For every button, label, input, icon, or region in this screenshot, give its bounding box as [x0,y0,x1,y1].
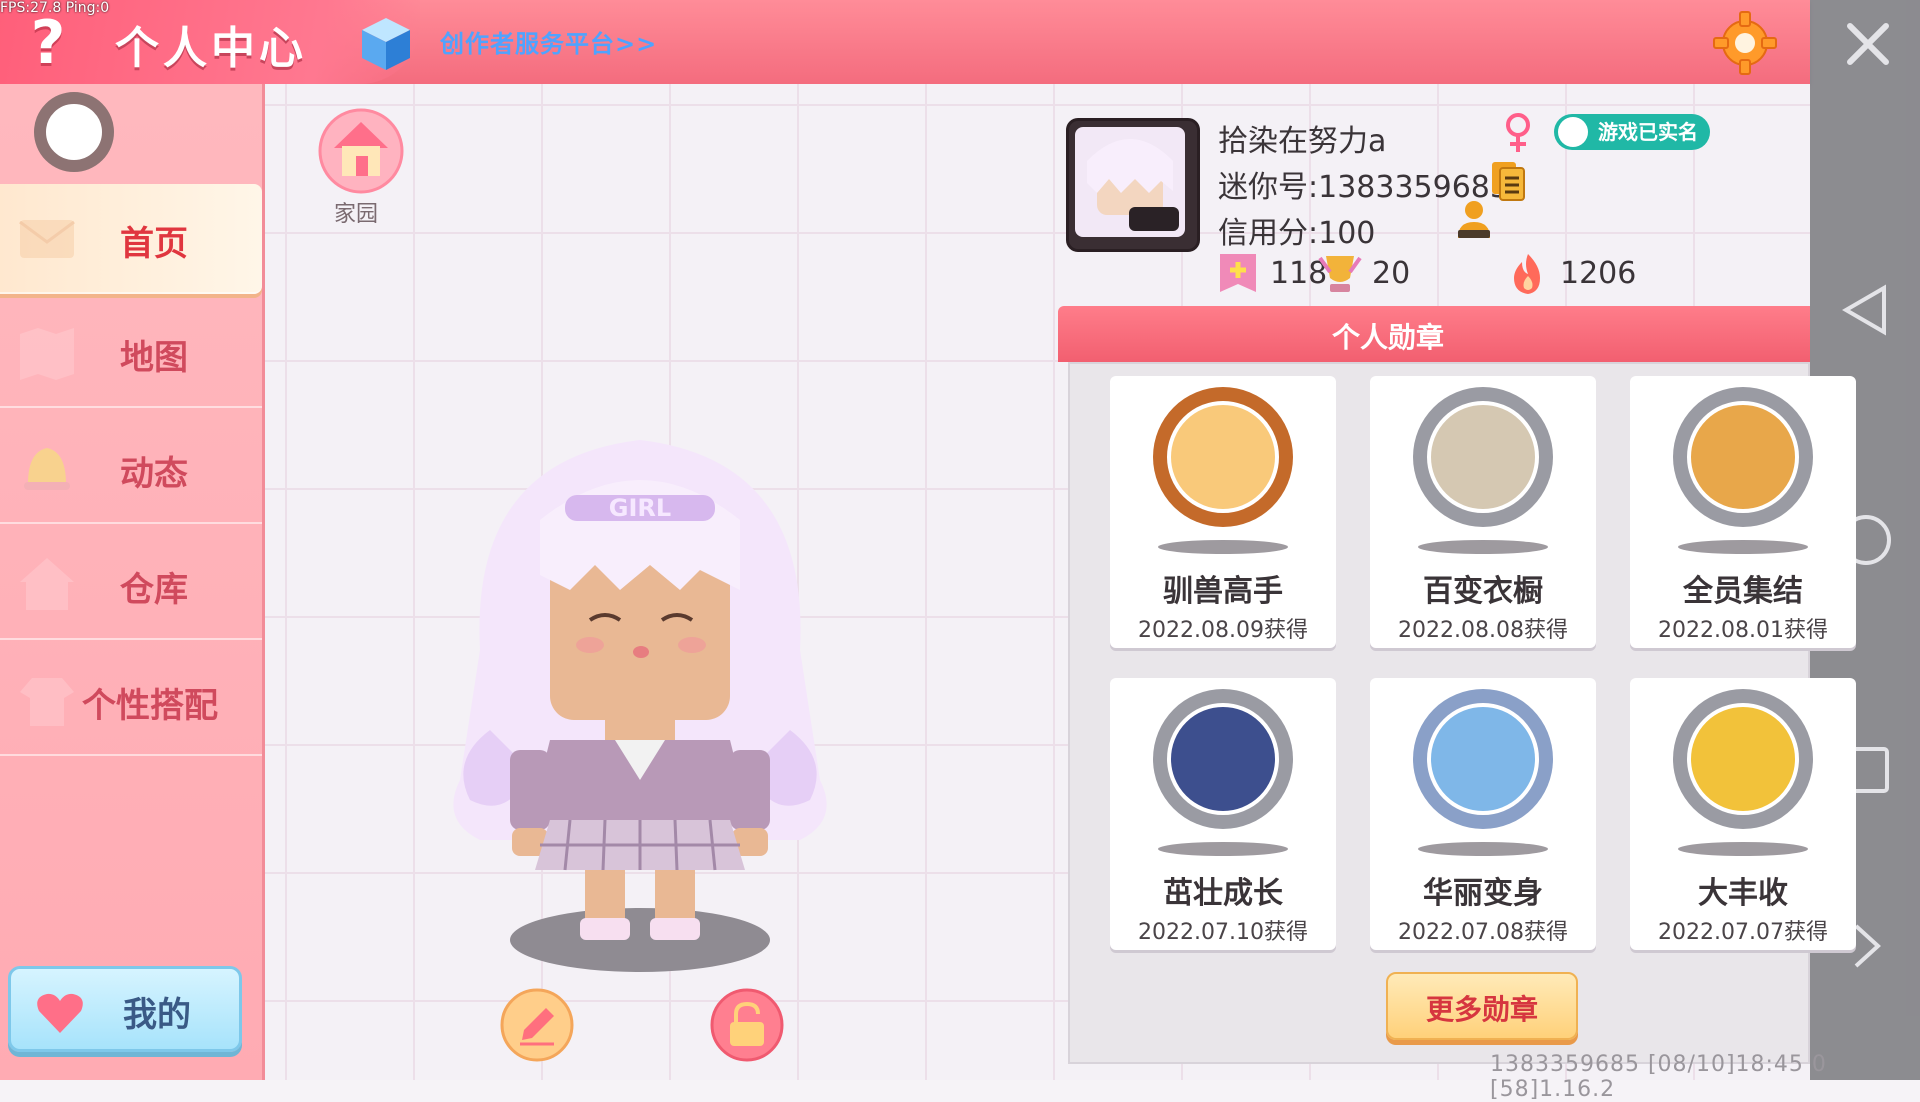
medal-badge-icon [1413,689,1553,829]
close-icon[interactable] [1838,14,1898,74]
medal-core [1687,703,1799,815]
medal-section-header: 个人勋章 [1058,306,1810,362]
mine-label: 我的 [123,995,191,1035]
shirt-icon [20,678,74,726]
medal-name: 全员集结 [1683,574,1803,609]
creator-platform-link[interactable]: 创作者服务平台>> [440,24,657,59]
medal-shadow [1678,842,1808,856]
medal-card[interactable]: 全员集结 2022.08.01获得 [1630,376,1856,648]
medal-badge-icon [1413,387,1553,527]
medal-name: 华丽变身 [1423,876,1543,911]
avatar-portrait [1075,127,1185,237]
sidebar: 首页 地图 动态 仓库 个性搭配 [0,84,265,1080]
sidebar-item-label: 首页 [120,224,188,264]
lock-icon[interactable] [710,988,784,1062]
verified-badge: 游戏已实名 [1554,114,1710,150]
medal-shadow [1418,842,1548,856]
medal-section-title: 个人勋章 [1331,321,1444,354]
trophy-icon [1318,256,1362,292]
flame-icon [1514,254,1540,294]
sidebar-item-label: 仓库 [120,570,188,610]
user-verified-icon [1558,117,1588,147]
medal-shadow [1158,842,1288,856]
help-button[interactable]: ? [18,8,78,78]
map-icon [20,328,74,380]
envelope-icon [19,220,75,258]
sidebar-item-map[interactable]: 地图 [0,298,262,408]
medal-date: 2022.07.08获得 [1398,920,1568,945]
medal-name: 茁壮成长 [1163,876,1283,911]
sidebar-item-label: 个性搭配 [82,686,218,726]
hair-text: GIRL [609,494,671,522]
credit-score: 信用分:100 [1218,216,1376,251]
home-label: 家园 [334,202,379,227]
sidebar-item-storage[interactable]: 仓库 [0,530,262,640]
top-bar: ? 个人中心 创作者服务平台>> [0,0,1810,84]
sidebar-item-outfit[interactable]: 个性搭配 [0,646,262,756]
medal-date: 2022.07.10获得 [1138,920,1308,945]
profile-avatar[interactable] [1066,118,1200,252]
edit-pencil-icon[interactable] [500,988,574,1062]
medal-badge-icon [1153,387,1293,527]
sidebar-item-feed[interactable]: 动态 [0,414,262,524]
record-button[interactable] [34,92,114,172]
sidebar-item-home[interactable]: 首页 [0,184,262,294]
stat-value: 20 [1372,256,1411,291]
house-icon [20,558,74,610]
medal-card[interactable]: 驯兽高手 2022.08.09获得 [1110,376,1336,648]
copy-icon[interactable] [1490,160,1526,202]
medal-shadow [1418,540,1548,554]
medal-name: 百变衣橱 [1423,574,1543,609]
page-title: 个人中心 [115,23,307,74]
plus-flag-icon [1220,254,1256,292]
footer-status: 1383359685 [08/10]18:45 0 [58]1.16.2 [1490,1052,1827,1102]
more-medals-button[interactable]: 更多勋章 [1386,972,1578,1040]
medal-name: 驯兽高手 [1163,574,1283,609]
medal-badge-icon [1673,689,1813,829]
medal-core [1427,703,1539,815]
medal-core [1167,703,1279,815]
verified-label: 游戏已实名 [1598,120,1698,144]
medal-core [1427,401,1539,513]
back-triangle-icon[interactable] [1838,282,1894,338]
profile-name: 拾染在努力a [1218,124,1387,159]
gear-icon[interactable] [1712,10,1778,76]
sidebar-item-label: 动态 [120,454,188,494]
medal-name: 大丰收 [1698,876,1788,911]
heart-icon [37,993,83,1033]
medal-card[interactable]: 茁壮成长 2022.07.10获得 [1110,678,1336,950]
more-medals-label: 更多勋章 [1425,993,1538,1026]
medal-shadow [1158,540,1288,554]
stat-value: 1206 [1560,256,1637,291]
medal-core [1167,401,1279,513]
sidebar-item-label: 地图 [120,338,188,378]
medal-shadow [1678,540,1808,554]
medal-badge-icon [1153,689,1293,829]
medal-core [1687,401,1799,513]
medal-date: 2022.08.08获得 [1398,618,1568,643]
friends-icon[interactable] [1452,198,1496,242]
home-icon[interactable] [318,108,404,194]
medal-badge-icon [1673,387,1813,527]
bell-icon [24,448,70,490]
medal-date: 2022.08.01获得 [1658,618,1828,643]
medal-card[interactable]: 百变衣橱 2022.08.08获得 [1370,376,1596,648]
medal-card[interactable]: 大丰收 2022.07.07获得 [1630,678,1856,950]
player-avatar[interactable]: GIRL [400,400,880,980]
fps-readout: FPS:27.8 Ping:0 [0,0,110,16]
medal-date: 2022.07.07获得 [1658,920,1828,945]
mine-button[interactable]: 我的 [8,966,242,1052]
medal-date: 2022.08.09获得 [1138,618,1308,643]
medal-card[interactable]: 华丽变身 2022.07.08获得 [1370,678,1596,950]
cube-icon[interactable] [360,16,412,72]
female-gender-icon [1506,113,1530,152]
